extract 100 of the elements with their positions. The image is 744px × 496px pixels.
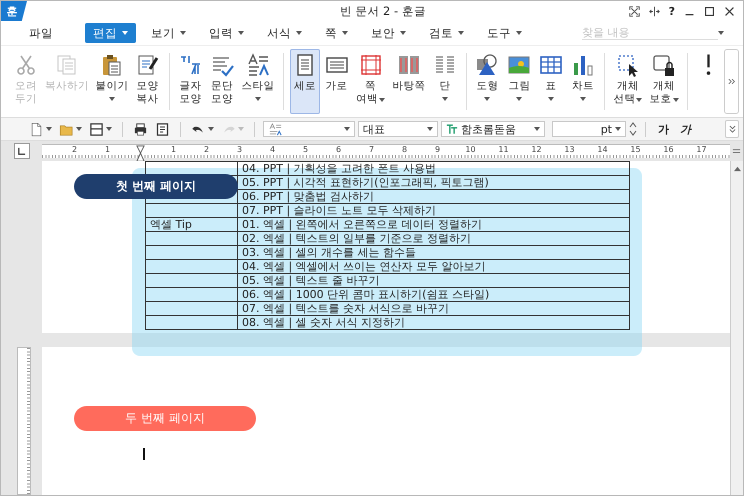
caret-icon	[400, 31, 406, 35]
menu-item[interactable]: 서식	[259, 23, 310, 43]
menu-item[interactable]: 입력	[201, 23, 252, 43]
ribbon-button[interactable]: 도형	[472, 49, 502, 114]
table-cell: 04. PPT | 기획성을 고려한 폰트 사용법	[238, 162, 630, 176]
table-cell: 07. PPT | 슬라이드 노트 모두 삭제하기	[238, 204, 630, 218]
caret-icon	[636, 98, 642, 102]
shape-icon	[475, 53, 500, 77]
ribbon-button[interactable]: 모양 복사	[132, 49, 163, 114]
ribbon-button[interactable]: 차트	[568, 49, 598, 114]
close-icon[interactable]	[724, 6, 735, 16]
preview-icon	[155, 122, 170, 136]
menu-item[interactable]: 보안	[363, 23, 414, 43]
table-cell: 06. 엑셀 | 1000 단위 콤마 표시하기(쉼표 스타일)	[238, 288, 630, 302]
caret-icon	[484, 97, 490, 101]
style-icon	[246, 53, 270, 77]
master-page-icon	[396, 53, 421, 77]
save-icon	[89, 122, 104, 136]
menu-item[interactable]: 검토	[421, 23, 472, 43]
ribbon-button[interactable]: 표	[536, 49, 566, 114]
search-field[interactable]: 찾을 내용	[582, 26, 718, 40]
caret-icon	[238, 127, 244, 131]
table-cell: 03. 엑셀 | 셀의 개수를 세는 함수들	[238, 246, 630, 260]
caret-icon	[672, 98, 679, 102]
font-type-icon	[446, 124, 458, 134]
caret-icon	[516, 31, 522, 35]
table-cell: 04. 엑셀 | 엑셀에서 쓰이는 연산자 모두 알아보기	[238, 260, 630, 274]
corner-icon	[17, 146, 26, 156]
menu-item[interactable]: 쪽	[317, 23, 356, 43]
caret-icon	[76, 127, 82, 131]
chevron-icon	[728, 124, 736, 134]
ribbon-button[interactable]: 쪽 여백	[354, 49, 388, 114]
caret-icon	[208, 127, 214, 131]
tab-type-button[interactable]	[14, 143, 30, 159]
page-label: 첫 번째 페이지	[74, 174, 238, 199]
horizontal-ruler[interactable]: 2 1 1 2 3 4 5 6 7 8 9 10 11 12 13 14 15 16 17	[42, 144, 730, 158]
page-label: 두 번째 페이지	[74, 406, 256, 431]
ribbon-button[interactable]: 붙이기	[92, 49, 131, 114]
caret-icon	[238, 31, 244, 35]
caret-icon	[548, 97, 554, 101]
caret-icon	[458, 31, 464, 35]
ribbon-button[interactable]: 그림	[504, 49, 534, 114]
caret-icon	[180, 31, 186, 35]
split-arrows-icon[interactable]	[648, 6, 660, 16]
ribbon-button[interactable]: 개체 선택	[610, 49, 645, 114]
style-icon	[268, 122, 283, 136]
caret-icon	[534, 127, 540, 131]
caret-icon	[516, 97, 522, 101]
more-button[interactable]	[725, 120, 739, 138]
italic-button[interactable]: 가	[676, 122, 695, 136]
table-icon	[539, 53, 564, 77]
protect-icon	[652, 53, 676, 77]
maximize-icon[interactable]	[704, 6, 715, 16]
menu-item[interactable]: 도구	[479, 23, 530, 43]
ribbon-button[interactable]: 글자 모양	[175, 49, 206, 114]
ribbon-button[interactable]: 문단 모양	[207, 49, 238, 114]
caret-icon	[296, 31, 302, 35]
style-dropdown[interactable]	[263, 121, 355, 137]
caret-icon	[442, 97, 448, 101]
paragraph-style-dropdown[interactable]: 대표	[358, 121, 438, 137]
spinner-icon[interactable]	[629, 121, 637, 137]
table-cell: 엑셀 Tip	[146, 218, 238, 232]
new-doc-icon	[29, 122, 44, 136]
table-cell: 07. 엑셀 | 텍스트를 숫자 서식으로 바꾸기	[238, 302, 630, 316]
split-handle-icon[interactable]	[732, 146, 741, 156]
caret-icon	[427, 127, 433, 131]
ribbon-button[interactable]: 개체 보호	[647, 49, 682, 114]
ribbon-button[interactable]: 바탕쪽	[390, 49, 428, 114]
caret-icon	[122, 31, 128, 35]
table-cell: 08. 엑셀 | 셀 숫자 서식 지정하기	[238, 316, 630, 330]
ribbon-button[interactable]: 가로	[322, 49, 352, 114]
ribbon-button[interactable]: 스타일	[239, 49, 278, 114]
menu-item[interactable]: 보기	[143, 23, 194, 43]
help-button[interactable]: ?	[668, 4, 675, 18]
menu-item[interactable]: 편집	[85, 23, 136, 43]
fullscreen-icon[interactable]	[628, 6, 640, 16]
indent-marker-icon[interactable]	[136, 145, 145, 163]
info-icon	[704, 53, 712, 77]
format-copy-icon	[136, 53, 160, 77]
table-cell: 05. 엑셀 | 텍스트 줄 바꾸기	[238, 274, 630, 288]
caret-icon	[342, 31, 348, 35]
table-cell: 02. 엑셀 | 텍스트의 일부를 기준으로 정렬하기	[238, 232, 630, 246]
caret-icon	[255, 97, 262, 101]
margins-icon	[358, 53, 383, 77]
menu-item[interactable]: 파일	[15, 23, 67, 43]
bold-button[interactable]: 가	[654, 122, 673, 136]
font-dropdown[interactable]: 함초롬돋움	[441, 121, 545, 137]
caret-icon[interactable]	[718, 31, 724, 35]
vertical-scrollbar[interactable]	[730, 161, 743, 495]
table-cell: 01. 엑셀 | 왼쪽에서 오른쪽으로 데이터 정렬하기	[238, 218, 630, 232]
ribbon-button[interactable]: 세로	[290, 49, 320, 114]
ribbon-button[interactable]: 단	[430, 49, 460, 114]
vertical-ruler[interactable]	[16, 347, 30, 495]
select-icon	[616, 53, 640, 77]
table-cell: 06. PPT | 맞춤법 검사하기	[238, 190, 630, 204]
caret-icon	[580, 97, 586, 101]
scroll-up-icon[interactable]	[732, 165, 742, 172]
char-shape-icon	[178, 53, 202, 77]
caret-icon	[46, 127, 52, 131]
font-size-field[interactable]: pt	[552, 121, 626, 137]
